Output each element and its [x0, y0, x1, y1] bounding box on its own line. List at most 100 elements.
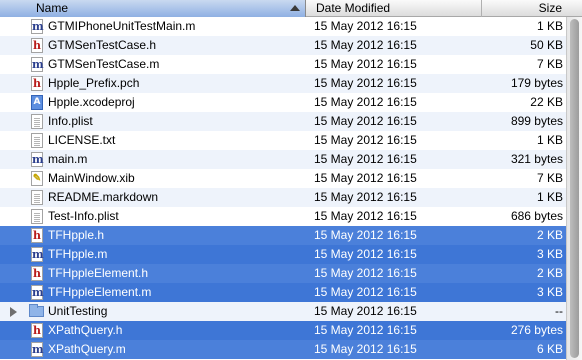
file-row[interactable]: h TFHpple.h 15 May 2012 16:15 2 KB — [0, 226, 566, 245]
file-row[interactable]: m main.m 15 May 2012 16:15 321 bytes — [0, 150, 566, 169]
file-date-modified: 15 May 2012 16:15 — [314, 152, 417, 166]
file-row[interactable]: m GTMIPhoneUnitTestMain.m 15 May 2012 16:1… — [0, 17, 566, 36]
xcodeproj-icon: A — [31, 95, 43, 110]
file-size: 6 KB — [536, 342, 563, 356]
m-source-icon: m — [31, 247, 44, 262]
document-icon — [31, 114, 43, 129]
file-size: 3 KB — [536, 285, 563, 299]
file-size: 1 KB — [536, 190, 563, 204]
h-header-icon: h — [31, 323, 43, 338]
file-size: 899 bytes — [510, 114, 563, 128]
file-row[interactable]: README.markdown 15 May 2012 16:15 1 KB — [0, 188, 566, 207]
date-column-label: Date Modified — [316, 1, 391, 15]
file-date-modified: 15 May 2012 16:15 — [314, 190, 417, 204]
file-name: TFHpple.m — [48, 247, 108, 261]
xib-icon: ✎ — [31, 171, 43, 186]
file-row[interactable]: A Hpple.xcodeproj 15 May 2012 16:15 22 KB — [0, 93, 566, 112]
h-header-icon: h — [31, 228, 43, 243]
document-icon — [31, 209, 43, 224]
sort-ascending-icon — [290, 5, 300, 11]
file-size: 686 bytes — [510, 209, 563, 223]
file-date-modified: 15 May 2012 16:15 — [314, 209, 417, 223]
file-size: 3 KB — [536, 247, 563, 261]
file-size: -- — [555, 304, 563, 318]
file-date-modified: 15 May 2012 16:15 — [314, 171, 417, 185]
file-size: 1 KB — [536, 19, 563, 33]
file-name: TFHppleElement.h — [48, 266, 149, 280]
file-size: 50 KB — [530, 38, 563, 52]
file-row[interactable]: Info.plist 15 May 2012 16:15 899 bytes — [0, 112, 566, 131]
m-source-icon: m — [31, 57, 44, 72]
h-header-icon: h — [31, 266, 43, 281]
m-source-icon: m — [31, 285, 44, 300]
file-name: Hpple.xcodeproj — [48, 95, 135, 109]
file-name: GTMSenTestCase.m — [48, 57, 160, 71]
file-name: GTMIPhoneUnitTestMain.m — [48, 19, 196, 33]
file-row[interactable]: LICENSE.txt 15 May 2012 16:15 1 KB — [0, 131, 566, 150]
h-header-icon: h — [31, 76, 43, 91]
file-size: 276 bytes — [510, 323, 563, 337]
file-name: TFHpple.h — [48, 228, 105, 242]
file-name: UnitTesting — [48, 304, 108, 318]
file-row[interactable]: m GTMSenTestCase.m 15 May 2012 16:15 7 KB — [0, 55, 566, 74]
size-column-label: Size — [538, 1, 562, 15]
file-size: 7 KB — [536, 171, 563, 185]
file-size: 1 KB — [536, 133, 563, 147]
file-name: README.markdown — [48, 190, 159, 204]
file-date-modified: 15 May 2012 16:15 — [314, 133, 417, 147]
file-date-modified: 15 May 2012 16:15 — [314, 19, 417, 33]
file-row[interactable]: m TFHppleElement.m 15 May 2012 16:15 3 KB — [0, 283, 566, 302]
file-name: main.m — [48, 152, 88, 166]
name-column-header[interactable]: Name — [0, 0, 306, 17]
file-name: LICENSE.txt — [48, 133, 116, 147]
file-name: Hpple_Prefix.pch — [48, 76, 140, 90]
file-list: m GTMIPhoneUnitTestMain.m 15 May 2012 16:1… — [0, 17, 582, 360]
file-date-modified: 15 May 2012 16:15 — [314, 247, 417, 261]
file-row[interactable]: h Hpple_Prefix.pch 15 May 2012 16:15 179 by… — [0, 74, 566, 93]
folder-icon — [29, 304, 44, 317]
vertical-scrollbar[interactable] — [566, 17, 582, 360]
file-name: Test-Info.plist — [48, 209, 119, 223]
date-modified-column-header[interactable]: Date Modified — [306, 0, 482, 17]
h-header-icon: h — [31, 38, 43, 53]
file-date-modified: 15 May 2012 16:15 — [314, 95, 417, 109]
file-size: 321 bytes — [510, 152, 563, 166]
file-name: XPathQuery.h — [48, 323, 123, 337]
file-date-modified: 15 May 2012 16:15 — [314, 57, 417, 71]
m-source-icon: m — [31, 19, 44, 34]
file-row[interactable]: h XPathQuery.h 15 May 2012 16:15 276 bytes — [0, 321, 566, 340]
file-name: GTMSenTestCase.h — [48, 38, 157, 52]
file-row[interactable]: m XPathQuery.m 15 May 2012 16:15 6 KB — [0, 340, 566, 359]
file-size: 179 bytes — [510, 76, 563, 90]
file-size: 2 KB — [536, 266, 563, 280]
file-date-modified: 15 May 2012 16:15 — [314, 323, 417, 337]
file-row[interactable]: ✎ MainWindow.xib 15 May 2012 16:15 7 KB — [0, 169, 566, 188]
file-row[interactable]: m TFHpple.m 15 May 2012 16:15 3 KB — [0, 245, 566, 264]
file-size: 2 KB — [536, 228, 563, 242]
m-source-icon: m — [31, 152, 44, 167]
file-date-modified: 15 May 2012 16:15 — [314, 285, 417, 299]
name-column-label: Name — [36, 1, 69, 15]
m-source-icon: m — [31, 342, 44, 357]
file-date-modified: 15 May 2012 16:15 — [314, 304, 417, 318]
file-date-modified: 15 May 2012 16:15 — [314, 114, 417, 128]
folder-row[interactable]: UnitTesting 15 May 2012 16:15 -- — [0, 302, 566, 321]
file-size: 22 KB — [530, 95, 563, 109]
size-column-header[interactable]: Size — [482, 0, 582, 17]
disclosure-triangle-icon[interactable] — [10, 307, 17, 317]
file-date-modified: 15 May 2012 16:15 — [314, 228, 417, 242]
finder-list-view: Name Date Modified Size m GTMIPhoneUnitTe… — [0, 0, 582, 360]
document-icon — [31, 190, 43, 205]
file-name: MainWindow.xib — [48, 171, 135, 185]
file-row[interactable]: h GTMSenTestCase.h 15 May 2012 16:15 50 KB — [0, 36, 566, 55]
file-date-modified: 15 May 2012 16:15 — [314, 76, 417, 90]
file-row[interactable]: Test-Info.plist 15 May 2012 16:15 686 byte… — [0, 207, 566, 226]
file-name: XPathQuery.m — [48, 342, 126, 356]
file-date-modified: 15 May 2012 16:15 — [314, 342, 417, 356]
file-name: Info.plist — [48, 114, 93, 128]
file-row[interactable]: h TFHppleElement.h 15 May 2012 16:15 2 KB — [0, 264, 566, 283]
file-name: TFHppleElement.m — [48, 285, 152, 299]
file-date-modified: 15 May 2012 16:15 — [314, 266, 417, 280]
file-date-modified: 15 May 2012 16:15 — [314, 38, 417, 52]
scrollbar-thumb[interactable] — [570, 19, 579, 358]
